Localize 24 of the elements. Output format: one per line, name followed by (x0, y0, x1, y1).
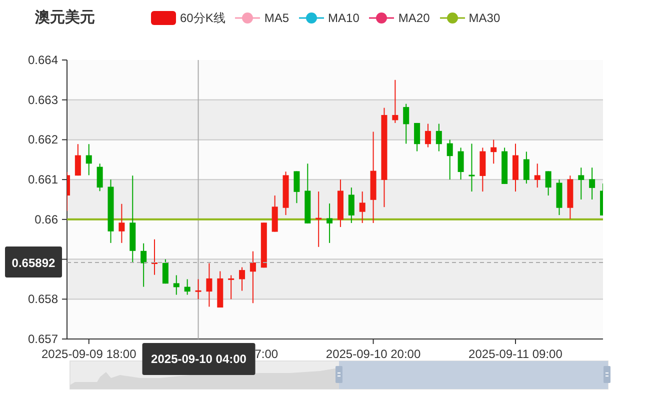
legend-label[interactable]: MA5 (264, 8, 290, 26)
legend-label[interactable]: MA30 (468, 8, 500, 26)
y-axis-label: 0.662 (28, 132, 58, 147)
legend-label[interactable]: MA20 (398, 8, 430, 26)
y-axis-label: 0.661 (28, 172, 58, 187)
axis-pointer-tooltip: 0.65892 (5, 246, 62, 278)
y-axis-label: 0.658 (28, 292, 58, 306)
y-axis-label: 0.664 (28, 53, 58, 67)
slider-handle[interactable] (336, 366, 342, 383)
x-axis-label: 2025-09-10 20:00 (326, 347, 421, 361)
slider-selection[interactable] (339, 361, 608, 389)
ref-line-label: 0.65892 (12, 256, 56, 270)
x-axis-label: 2025-09-11 09:00 (468, 347, 562, 361)
slider-handle[interactable] (604, 366, 610, 383)
chart-title: 澳元美元 (35, 7, 96, 28)
y-axis-label: 0.663 (28, 92, 58, 107)
x-axis-label: 7:00 (254, 347, 278, 361)
legend-label[interactable]: MA10 (328, 8, 360, 26)
x-axis-label: 2025-09-09 18:00 (42, 347, 136, 361)
axis-pointer-tooltip: 2025-09-10 04:00 (142, 343, 256, 375)
y-axis-label: 0.66 (34, 212, 58, 226)
legend-label[interactable]: 60分K线 (180, 8, 226, 26)
y-axis-label: 0.657 (28, 332, 58, 346)
x-tick-label: 2025-09-10 04:00 (151, 352, 247, 366)
